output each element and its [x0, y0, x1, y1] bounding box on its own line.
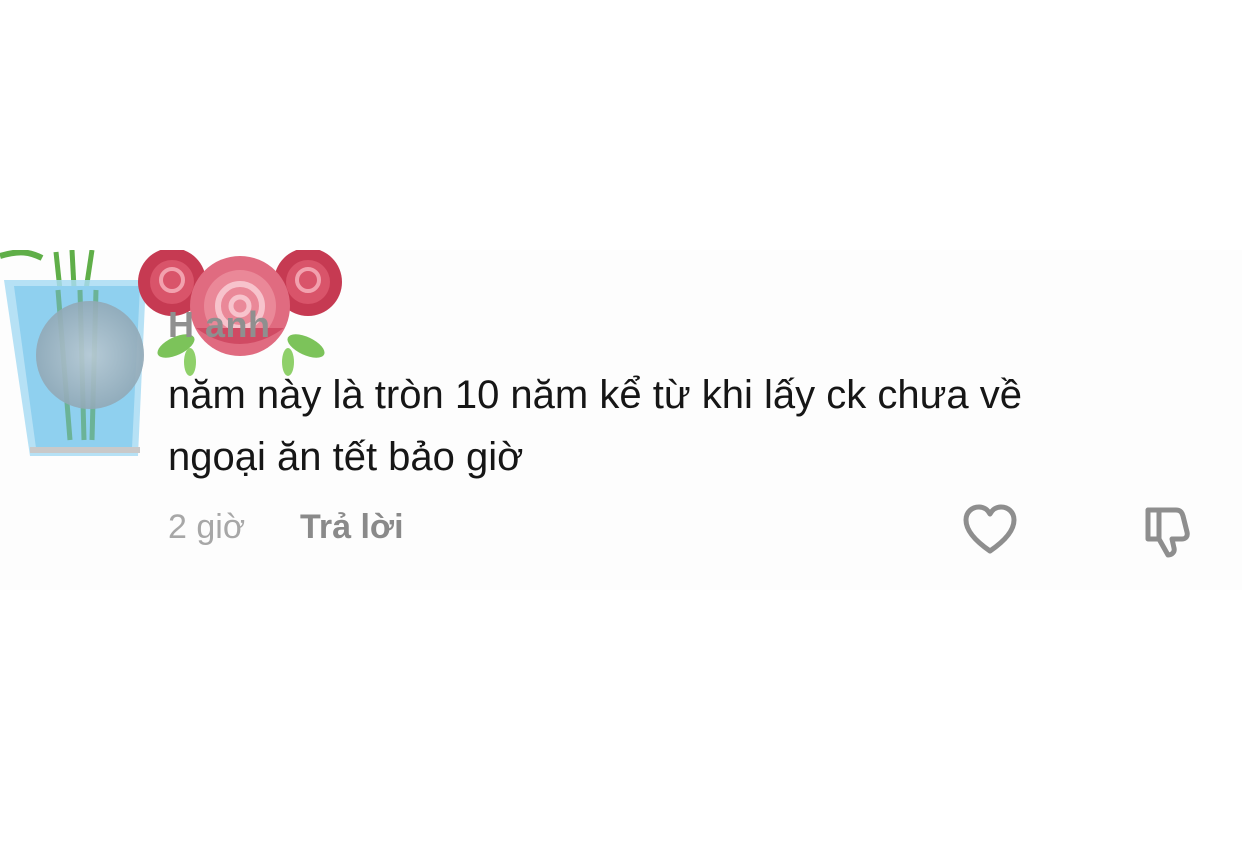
dislike-button[interactable] [1140, 502, 1198, 560]
heart-outline-icon [963, 504, 1017, 554]
comment-screen: H anh năm này là tròn 10 năm kể từ khi l… [0, 0, 1242, 844]
reply-button[interactable]: Trả lời [300, 508, 404, 547]
comment-username[interactable]: H anh [168, 304, 271, 346]
like-button[interactable] [961, 502, 1019, 560]
comment-timestamp: 2 giờ [168, 508, 246, 546]
comment-text: năm này là tròn 10 năm kể từ khi lấy ck … [168, 364, 1178, 488]
comment-text-line: năm này là tròn 10 năm kể từ khi lấy ck … [168, 373, 1022, 417]
comment-text-line: ngoại ăn tết bảo giờ [168, 435, 524, 479]
thumbs-down-outline-icon [1145, 507, 1190, 558]
